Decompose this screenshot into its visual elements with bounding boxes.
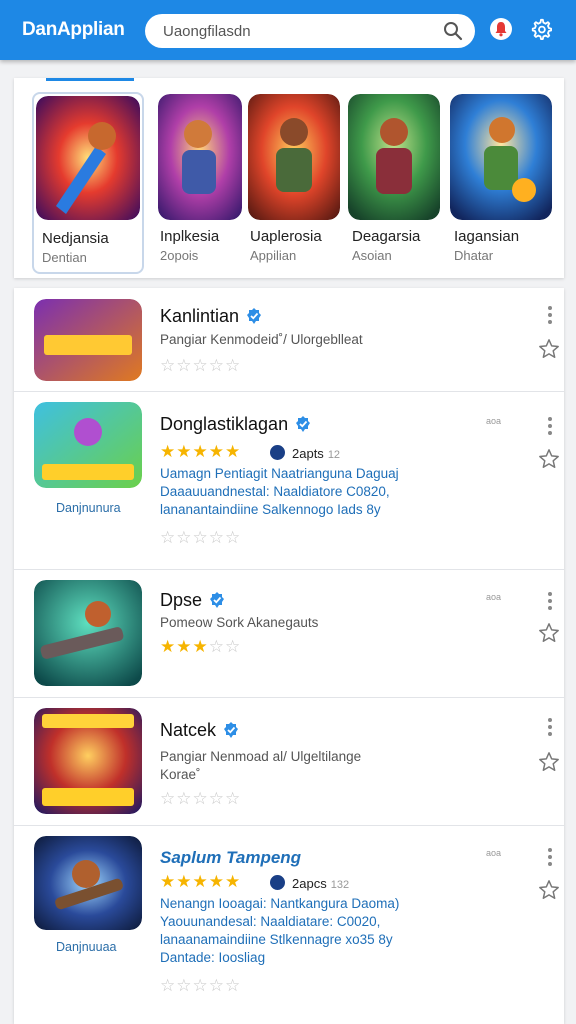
app-thumbnail [34,299,142,381]
star-outline-icon[interactable] [538,448,560,470]
search-bar[interactable]: Uaongfilasdn [145,14,475,48]
featured-item[interactable]: Iagansian Dhatar [450,92,554,274]
star-outline-icon[interactable] [538,879,560,901]
app-badge: 2apcs 132 [270,875,349,891]
app-title: Donglastiklagan [160,414,312,435]
more-icon[interactable] [547,848,553,866]
more-icon[interactable] [547,306,553,324]
list-item[interactable]: Danjnunura Donglastiklagan aoa ★★★★★ 2ap… [14,392,564,570]
app-meta: aoa [486,592,502,602]
badge-icon [270,875,285,890]
featured-thumbnail [158,94,242,220]
featured-subtitle: Dentian [42,250,87,265]
rating-stars[interactable]: ★★★☆☆ [160,637,241,657]
rating-stars[interactable]: ★★★★★ [160,872,241,892]
app-description: Pomeow Sork Akanegauts [160,615,319,630]
rating-stars-secondary[interactable]: ☆☆☆☆☆ [160,976,241,996]
rating-stars[interactable]: ☆☆☆☆☆ [160,356,241,376]
app-thumbnail [34,708,142,814]
app-thumbnail [34,836,142,930]
star-outline-icon[interactable] [538,338,560,360]
star-outline-icon[interactable] [538,751,560,773]
more-icon[interactable] [547,417,553,435]
featured-name: Iagansian [454,228,520,245]
app-description: Pangiar Nenmoad al/ Ulgeltilange Korae˚ [160,749,362,782]
featured-thumbnail [450,94,552,220]
badge-icon [270,445,285,460]
app-title: Dpse [160,590,226,611]
verified-icon [224,722,239,738]
featured-thumbnail [248,94,340,220]
app-badge: 2apts 12 [270,445,340,461]
featured-subtitle: Dhatar [454,248,494,263]
list-item[interactable]: Natcek Pangiar Nenmoad al/ Ulgeltilange … [14,698,564,826]
verified-icon [247,308,262,324]
star-outline-icon[interactable] [538,622,560,644]
verified-icon [296,416,311,432]
list-item[interactable]: Danjnuuaa Saplum Tampeng aoa ★★★★★ 2apcs… [14,826,564,1024]
more-icon[interactable] [547,718,553,736]
featured-tab-indicator [46,78,134,81]
app-thumbnail [34,580,142,686]
featured-name: Deagarsia [352,228,421,245]
featured-subtitle: Asoian [352,248,392,263]
app-title: Saplum Tampeng [160,848,302,867]
app-description: Uamagn Pentiagit Naatrianguna Daguaj Daa… [160,466,399,517]
verified-icon [210,592,225,608]
app-header: DanApplian Uaongfilasdn [0,0,576,60]
app-title: Kanlintian [160,306,263,327]
featured-name: Nedjansia [42,230,109,247]
featured-item[interactable]: Uaplerosia Appilian [248,92,340,274]
app-title: Natcek [160,720,240,741]
featured-name: Inplkesia [160,228,220,245]
featured-subtitle: 2opois [160,248,199,263]
app-description: Pangiar Kenmodeid˚/ Ulorgeblleat [160,332,363,347]
app-caption: Danjnuuaa [56,940,117,954]
bell-icon[interactable] [489,17,513,41]
featured-name: Uaplerosia [250,228,322,245]
app-meta: aoa [486,416,502,426]
featured-thumbnail [348,94,440,220]
search-icon[interactable] [443,21,463,41]
featured-subtitle: Appilian [250,248,297,263]
app-thumbnail [34,402,142,488]
list-item[interactable]: Kanlintian Pangiar Kenmodeid˚/ Ulorgebll… [14,288,564,392]
rating-stars[interactable]: ☆☆☆☆☆ [160,789,241,809]
app-caption: Danjnunura [56,501,121,515]
featured-item[interactable]: Deagarsia Asoian [348,92,440,274]
more-icon[interactable] [547,592,553,610]
gear-icon[interactable] [530,18,552,40]
search-input[interactable]: Uaongfilasdn [163,23,251,40]
rating-stars[interactable]: ★★★★★ [160,442,241,462]
rating-stars-secondary[interactable]: ☆☆☆☆☆ [160,528,241,548]
app-description: Nenangn Iooagai: Nantkangura Daoma) Yaou… [160,896,400,965]
app-meta: aoa [486,848,502,858]
app-title: DanApplian [22,19,125,40]
featured-thumbnail [36,96,140,220]
featured-item[interactable]: Nedjansia Dentian [32,92,144,274]
list-item[interactable]: Dpse aoa Pomeow Sork Akanegauts ★★★☆☆ [14,570,564,698]
featured-item[interactable]: Inplkesia 2opois [156,92,246,274]
